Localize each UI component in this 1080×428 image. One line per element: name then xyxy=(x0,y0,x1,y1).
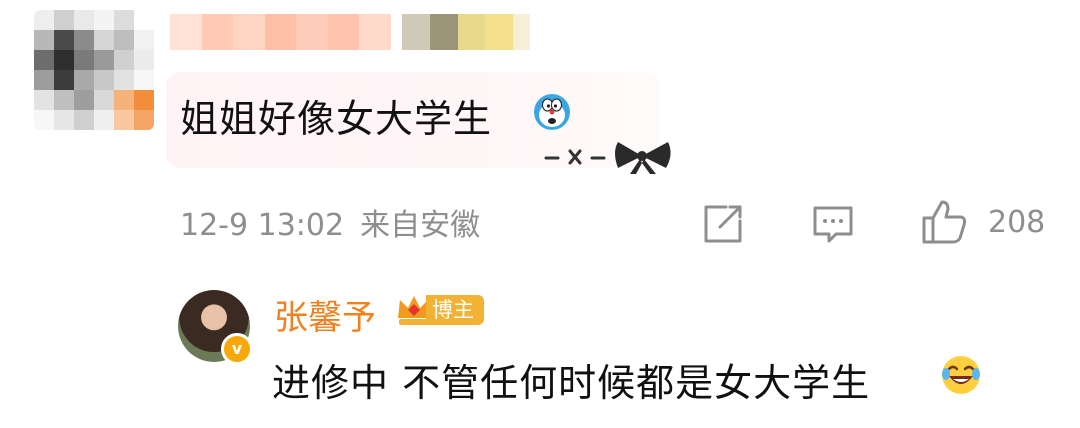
commenter-name-blurred[interactable] xyxy=(170,14,530,50)
comment-icon[interactable] xyxy=(812,203,854,245)
bow-icon xyxy=(544,142,671,174)
reply-text: 进修中 不管任何时候都是女大学生 xyxy=(272,361,871,405)
blogger-badge: 博主 xyxy=(426,295,484,325)
verified-badge: v xyxy=(221,333,253,365)
like-button[interactable]: 208 xyxy=(920,198,1050,246)
comment-meta: 12-9 13:02 来自安徽 xyxy=(180,200,480,244)
comment-date: 12-9 13:02 xyxy=(180,208,345,243)
laughing-crying-emoji-icon xyxy=(942,356,980,394)
comment-location: 来自安徽 xyxy=(360,208,481,243)
commenter-avatar[interactable] xyxy=(34,10,154,130)
thumbs-up-icon xyxy=(922,200,967,244)
comment-text: 姐姐好像女大学生 xyxy=(180,97,493,141)
doraemon-emoji-icon xyxy=(534,94,570,130)
like-count: 208 xyxy=(988,204,1046,240)
reply-author-name[interactable]: 张馨予 xyxy=(274,290,376,339)
share-icon[interactable] xyxy=(702,203,744,245)
